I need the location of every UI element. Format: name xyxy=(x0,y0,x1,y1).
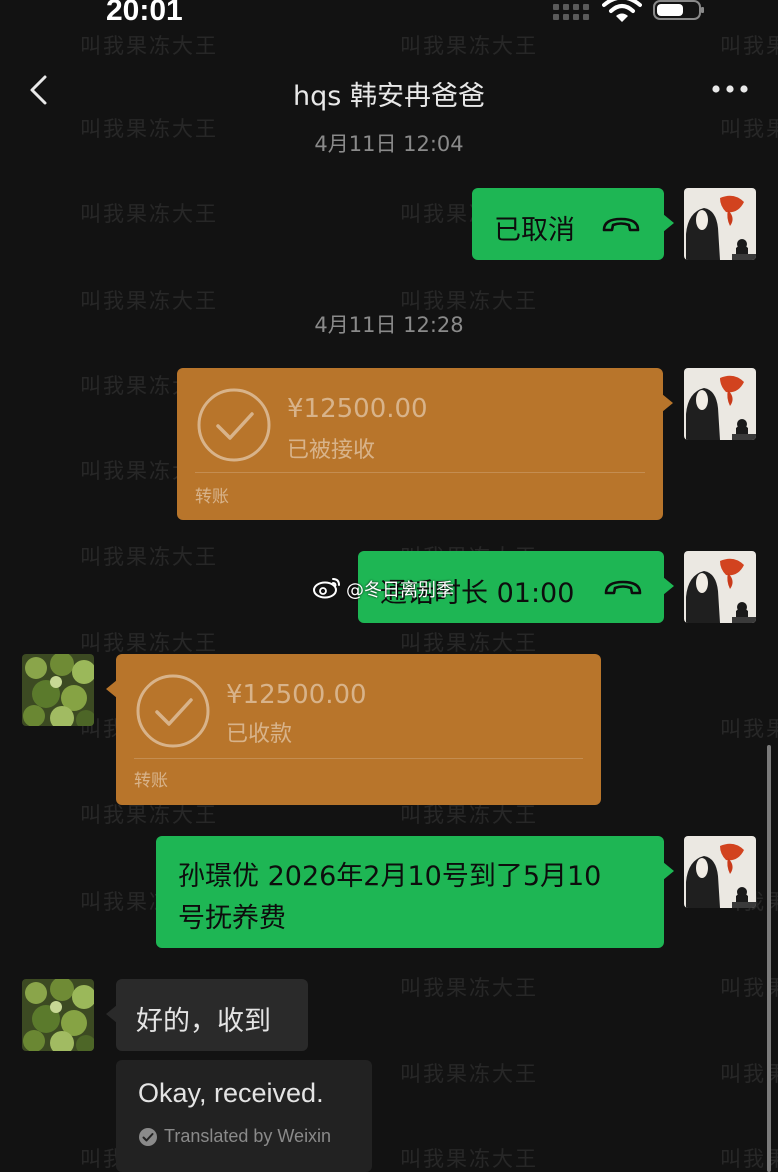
watermark: 叫我果冻大王 xyxy=(720,717,778,741)
transfer-status: 已收款 xyxy=(226,722,293,747)
chat-header: hqs 韩安冉爸爸 xyxy=(0,60,778,120)
check-circle-icon xyxy=(197,388,271,462)
call-record-bubble[interactable]: 已取消 xyxy=(472,188,674,260)
friend-avatar[interactable] xyxy=(22,654,94,726)
watermark: 叫我果冻大王 xyxy=(80,631,218,655)
weibo-handle: @冬日离别季 xyxy=(346,580,454,601)
message-timestamp: 4月11日 12:28 xyxy=(314,313,464,337)
transfer-card-sent[interactable]: ¥12500.00 已被接收 转账 xyxy=(177,368,673,520)
more-options-icon[interactable] xyxy=(708,82,752,96)
transfer-status: 已被接收 xyxy=(287,438,376,463)
transfer-label: 转账 xyxy=(134,771,168,791)
check-badge-icon xyxy=(139,1128,157,1146)
message-text-line: 号抚养费 xyxy=(178,903,286,934)
watermark: 叫我果冻大王 xyxy=(720,34,778,58)
check-circle-icon xyxy=(136,674,210,748)
transfer-label: 转账 xyxy=(195,487,229,507)
watermark: 叫我果冻大王 xyxy=(400,631,538,655)
translation-text: Okay, received. xyxy=(138,1078,324,1108)
battery-icon xyxy=(653,0,704,20)
watermark: 叫我果冻大王 xyxy=(400,34,538,58)
translation-credit-label: Translated by Weixin xyxy=(164,1126,332,1146)
transfer-divider xyxy=(134,758,583,759)
watermark: 叫我果冻大王 xyxy=(400,1147,538,1171)
call-status-text: 已取消 xyxy=(494,215,575,246)
text-message-bubble[interactable]: 孙璟优 2026年2月10号到了5月10 号抚养费 xyxy=(156,836,674,948)
watermark: 叫我果冻大王 xyxy=(80,202,218,226)
my-avatar[interactable] xyxy=(684,188,756,260)
wifi-icon xyxy=(602,0,642,22)
my-avatar[interactable] xyxy=(684,551,756,623)
weibo-icon xyxy=(313,578,340,599)
my-avatar[interactable] xyxy=(684,368,756,440)
watermark: 叫我果冻大王 xyxy=(400,976,538,1000)
status-bar: 20:01 xyxy=(0,0,778,30)
my-avatar[interactable] xyxy=(684,836,756,908)
phone-hangup-icon xyxy=(602,217,640,232)
cellular-signal-icon xyxy=(553,4,593,22)
phone-hangup-icon xyxy=(604,580,642,595)
chat-title: hqs 韩安冉爸爸 xyxy=(293,81,485,112)
watermark: 叫我果冻大王 xyxy=(80,34,218,58)
friend-avatar[interactable] xyxy=(22,979,94,1051)
transfer-amount: ¥12500.00 xyxy=(226,680,367,710)
transfer-divider xyxy=(195,472,645,473)
status-time: 20:01 xyxy=(106,0,183,27)
transfer-card-received[interactable]: ¥12500.00 已收款 转账 xyxy=(106,654,601,805)
transfer-amount: ¥12500.00 xyxy=(287,394,428,424)
message-text-line: 孙璟优 2026年2月10号到了5月10 xyxy=(178,861,602,892)
watermark: 叫我果冻大王 xyxy=(400,1062,538,1086)
message-text: 好的，收到 xyxy=(136,1006,271,1037)
scrollbar[interactable] xyxy=(767,745,771,1172)
watermark: 叫我果冻大王 xyxy=(80,545,218,569)
text-message-bubble[interactable]: 好的，收到 xyxy=(106,979,308,1051)
message-timestamp: 4月11日 12:04 xyxy=(314,132,464,156)
translation-box[interactable]: Okay, received. Translated by Weixin xyxy=(116,1060,372,1172)
